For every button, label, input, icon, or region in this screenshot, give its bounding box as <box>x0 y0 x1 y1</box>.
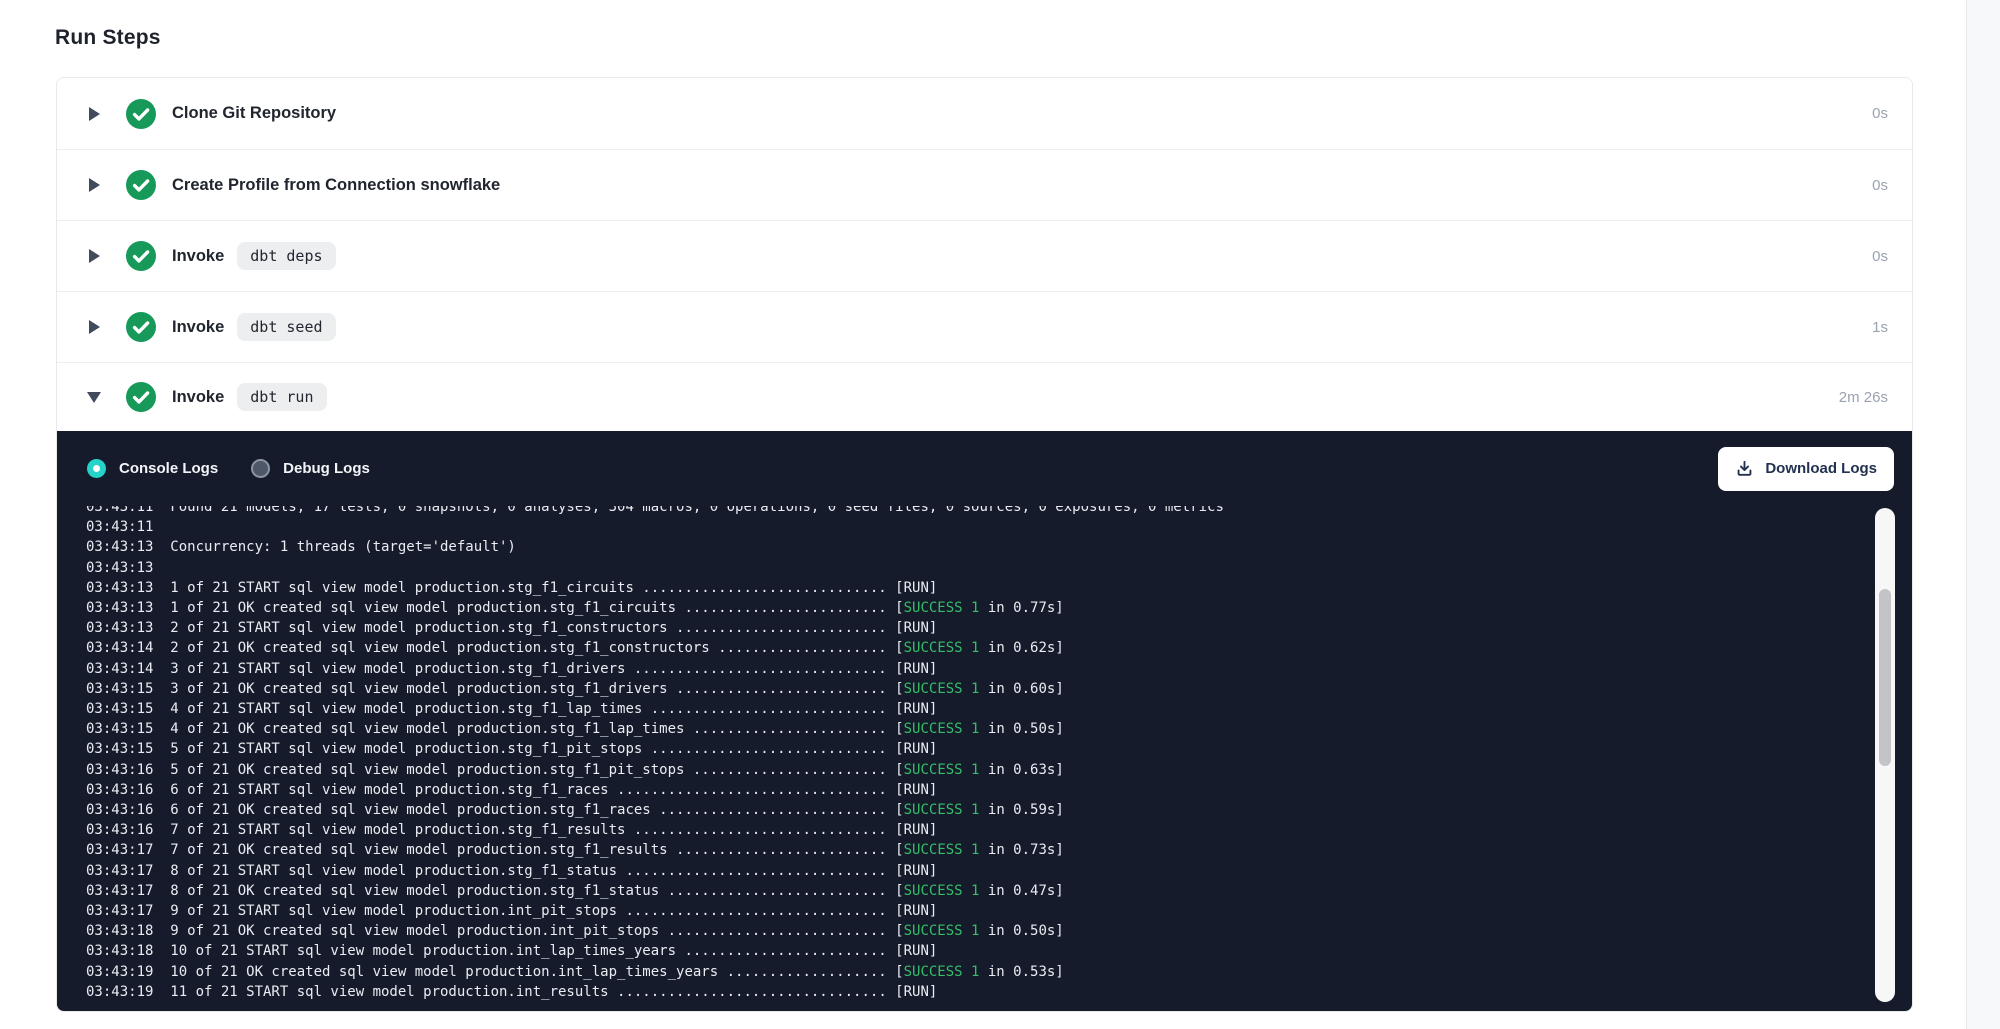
console-header: Console Logs Debug Logs Download Logs <box>57 431 1912 506</box>
console-scrollbar-thumb[interactable] <box>1879 589 1891 766</box>
log-line: 03:43:18 10 of 21 START sql view model p… <box>86 941 1912 961</box>
run-steps-card: Clone Git Repository 0s Create Profile f… <box>56 77 1913 1012</box>
log-line: 03:43:19 10 of 21 OK created sql view mo… <box>86 962 1912 982</box>
status-success-icon <box>126 312 156 342</box>
log-line: 03:43:15 4 of 21 OK created sql view mod… <box>86 719 1912 739</box>
log-line: 03:43:15 4 of 21 START sql view model pr… <box>86 699 1912 719</box>
log-line: 03:43:16 6 of 21 START sql view model pr… <box>86 780 1912 800</box>
chevron-right-icon[interactable] <box>87 249 101 263</box>
log-line: 03:43:18 9 of 21 OK created sql view mod… <box>86 921 1912 941</box>
step-label: Create Profile from Connection snowflake <box>172 176 500 195</box>
chevron-down-icon[interactable] <box>87 392 101 403</box>
log-line: 03:43:13 1 of 21 START sql view model pr… <box>86 578 1912 598</box>
console-logs-label: Console Logs <box>119 460 218 477</box>
download-logs-label: Download Logs <box>1765 460 1877 477</box>
step-command-badge: dbt deps <box>237 242 335 270</box>
console-scrollbar-track[interactable] <box>1875 508 1895 1002</box>
log-line: 03:43:13 2 of 21 START sql view model pr… <box>86 618 1912 638</box>
step-label: Invoke <box>172 388 224 407</box>
log-line: 03:43:19 11 of 21 START sql view model p… <box>86 982 1912 1002</box>
step-duration: 0s <box>1872 105 1888 122</box>
log-line: 03:43:11 <box>86 517 1912 537</box>
console-log-area: 03:43:11 Found 21 models, 17 tests, 0 sn… <box>57 506 1912 1011</box>
log-line: 03:43:14 3 of 21 START sql view model pr… <box>86 659 1912 679</box>
status-success-icon <box>126 170 156 200</box>
log-line: 03:43:15 5 of 21 START sql view model pr… <box>86 739 1912 759</box>
step-row-create-profile[interactable]: Create Profile from Connection snowflake… <box>57 149 1912 220</box>
step-label: Invoke <box>172 318 224 337</box>
log-line: 03:43:13 1 of 21 OK created sql view mod… <box>86 598 1912 618</box>
log-line: 03:43:13 Concurrency: 1 threads (target=… <box>86 537 1912 557</box>
log-line: 03:43:17 9 of 21 START sql view model pr… <box>86 901 1912 921</box>
log-line: 03:43:11 Found 21 models, 17 tests, 0 sn… <box>86 506 1912 517</box>
chevron-right-icon[interactable] <box>87 320 101 334</box>
step-command-badge: dbt run <box>237 383 326 411</box>
step-duration: 2m 26s <box>1839 389 1888 406</box>
log-line: 03:43:17 8 of 21 START sql view model pr… <box>86 861 1912 881</box>
step-label: Invoke <box>172 247 224 266</box>
console-logs-radio[interactable]: Console Logs <box>87 459 218 478</box>
status-success-icon <box>126 382 156 412</box>
step-command-badge: dbt seed <box>237 313 335 341</box>
step-label: Clone Git Repository <box>172 104 336 123</box>
download-icon <box>1735 459 1754 478</box>
log-line: 03:43:16 6 of 21 OK created sql view mod… <box>86 800 1912 820</box>
step-duration: 0s <box>1872 177 1888 194</box>
step-row-invoke-dbt-seed[interactable]: Invoke dbt seed 1s <box>57 291 1912 362</box>
log-line: 03:43:13 <box>86 558 1912 578</box>
debug-logs-radio[interactable]: Debug Logs <box>251 459 370 478</box>
status-success-icon <box>126 99 156 129</box>
log-line: 03:43:17 7 of 21 OK created sql view mod… <box>86 840 1912 860</box>
log-line: 03:43:14 2 of 21 OK created sql view mod… <box>86 638 1912 658</box>
log-console: Console Logs Debug Logs Download Logs 03… <box>57 431 1912 1011</box>
step-row-clone-git-repository[interactable]: Clone Git Repository 0s <box>57 78 1912 149</box>
page-scroll-gutter <box>1966 0 2000 1029</box>
log-line: 03:43:16 7 of 21 START sql view model pr… <box>86 820 1912 840</box>
log-line: 03:43:15 3 of 21 OK created sql view mod… <box>86 679 1912 699</box>
radio-unselected-icon[interactable] <box>251 459 270 478</box>
status-success-icon <box>126 241 156 271</box>
radio-selected-icon[interactable] <box>87 459 106 478</box>
step-row-invoke-dbt-deps[interactable]: Invoke dbt deps 0s <box>57 220 1912 291</box>
step-duration: 1s <box>1872 319 1888 336</box>
log-line: 03:43:16 5 of 21 OK created sql view mod… <box>86 760 1912 780</box>
download-logs-button[interactable]: Download Logs <box>1718 447 1894 491</box>
log-line: 03:43:17 8 of 21 OK created sql view mod… <box>86 881 1912 901</box>
step-duration: 0s <box>1872 248 1888 265</box>
page-title: Run Steps <box>55 26 161 50</box>
step-row-invoke-dbt-run[interactable]: Invoke dbt run 2m 26s <box>57 362 1912 431</box>
debug-logs-label: Debug Logs <box>283 460 370 477</box>
chevron-right-icon[interactable] <box>87 178 101 192</box>
log-output: 03:43:11 Found 21 models, 17 tests, 0 sn… <box>86 506 1912 1002</box>
chevron-right-icon[interactable] <box>87 107 101 121</box>
